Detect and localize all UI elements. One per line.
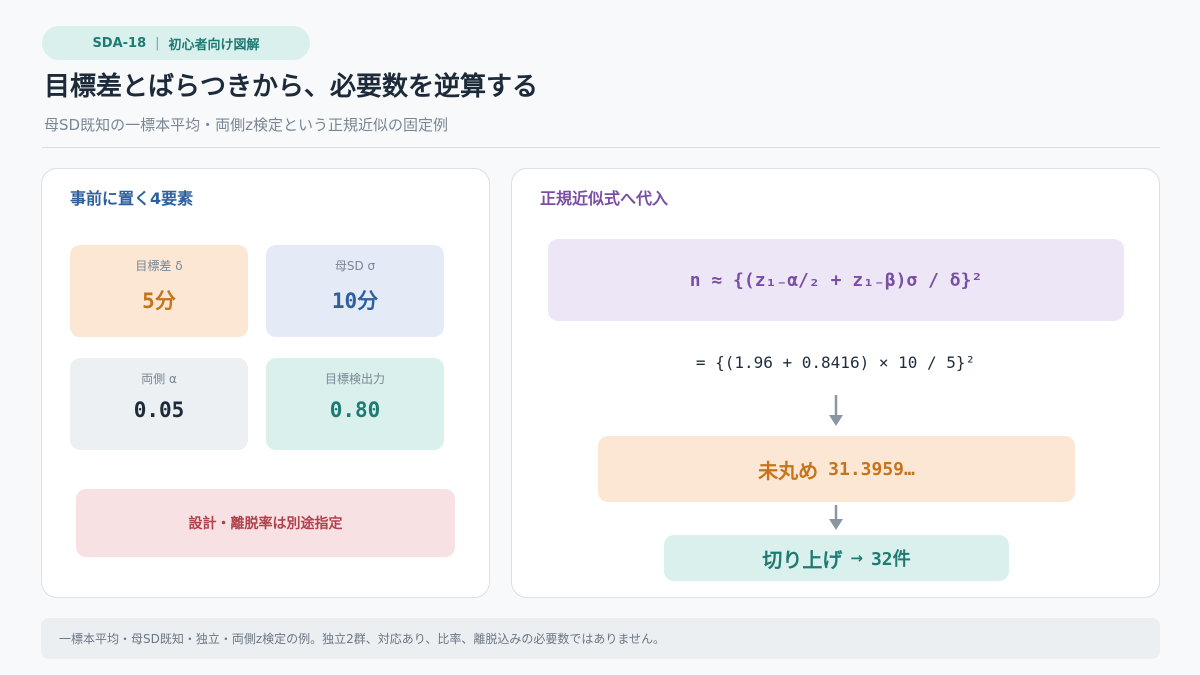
card-label: 両側 α bbox=[141, 372, 177, 386]
page-title: 目標差とばらつきから、必要数を逆算する bbox=[44, 72, 539, 102]
card-target-difference: 目標差 δ 5分 bbox=[70, 245, 248, 337]
sample-size-formula: n ≈ {(z₁₋α/₂ + z₁₋β)σ / δ}² bbox=[548, 239, 1124, 321]
header-divider bbox=[42, 147, 1160, 148]
card-label: 目標差 δ bbox=[135, 259, 183, 273]
arrow-down-icon bbox=[829, 505, 843, 530]
card-value: 10分 bbox=[331, 289, 379, 313]
topic-tag: SDA-18 | 初心者向け図解 bbox=[42, 26, 310, 60]
footer-caveat: 一標本平均・母SD既知・独立・両側z検定の例。独立2群、対応あり、比率、離脱込み… bbox=[41, 618, 1160, 659]
inputs-panel: 事前に置く4要素 目標差 δ 5分 母SD σ 10分 両側 α 0.05 目標… bbox=[41, 168, 490, 598]
tag-label: 初心者向け図解 bbox=[168, 37, 260, 53]
formula-panel-title: 正規近似式へ代入 bbox=[540, 189, 669, 208]
card-value: 0.05 bbox=[133, 398, 185, 422]
card-value: 0.80 bbox=[329, 398, 381, 422]
card-label: 目標検出力 bbox=[324, 372, 385, 386]
formula-substitution: = {(1.96 + 0.8416) × 10 / 5}² bbox=[695, 353, 976, 372]
tag-separator: | bbox=[155, 35, 160, 51]
formula-panel: 正規近似式へ代入 n ≈ {(z₁₋α/₂ + z₁₋β)σ / δ}² = {… bbox=[511, 168, 1160, 598]
card-population-sd: 母SD σ 10分 bbox=[266, 245, 444, 337]
design-dropout-note: 設計・離脱率は別途指定 bbox=[76, 489, 455, 557]
tag-code: SDA-18 bbox=[92, 35, 147, 51]
card-power: 目標検出力 0.80 bbox=[266, 358, 444, 450]
right-arrow-icon: → bbox=[850, 549, 863, 567]
card-label: 母SD σ bbox=[334, 259, 376, 273]
rounded-value: 32件 bbox=[870, 549, 911, 570]
page-subtitle: 母SD既知の一標本平均・両側z検定という正規近似の固定例 bbox=[44, 116, 448, 134]
unrounded-label: 未丸め bbox=[758, 458, 819, 483]
card-alpha: 両側 α 0.05 bbox=[70, 358, 248, 450]
rounded-label: 切り上げ bbox=[762, 547, 843, 572]
inputs-panel-title: 事前に置く4要素 bbox=[70, 189, 194, 208]
card-value: 5分 bbox=[142, 289, 176, 313]
unrounded-result: 未丸め 31.3959… bbox=[598, 436, 1075, 502]
unrounded-value: 31.3959… bbox=[828, 458, 915, 480]
arrow-down-icon bbox=[829, 395, 843, 426]
rounded-result: 切り上げ → 32件 bbox=[664, 535, 1009, 581]
